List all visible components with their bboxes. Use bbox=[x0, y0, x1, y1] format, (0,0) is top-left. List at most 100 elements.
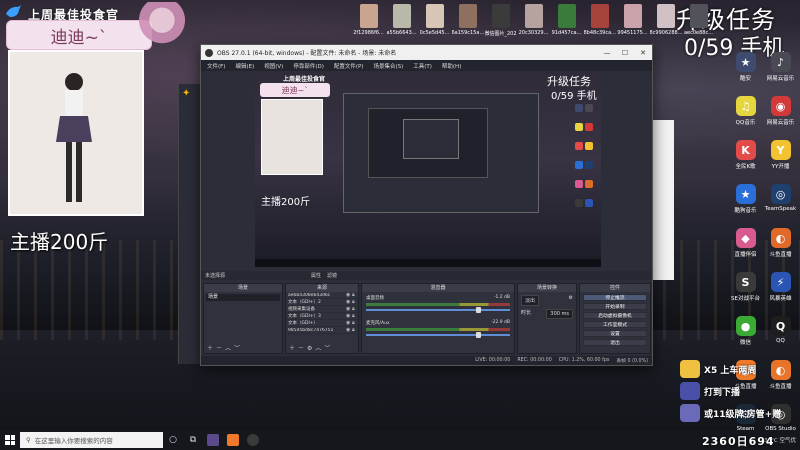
desktop-icon-app[interactable]: ★ 酷狗音乐 bbox=[728, 180, 763, 220]
taskbar-search[interactable]: ⚲ 在这里输入你要搜索的内容 bbox=[20, 432, 163, 448]
menu-item[interactable]: 工具(T) bbox=[413, 62, 432, 70]
desktop-icon-file[interactable]: 6a159c15a... bbox=[451, 2, 484, 44]
preview-upgrade-progress: 0/59 手机 bbox=[551, 91, 597, 102]
desktop-icon-app[interactable]: ◎ TeamSpeak bbox=[763, 180, 798, 220]
desktop-icon-label: 网易云音乐 bbox=[766, 120, 795, 126]
preview-app-icon bbox=[585, 161, 593, 169]
desktop-icon-file[interactable]: 2f12986f6... bbox=[352, 2, 385, 44]
desktop-icon-file[interactable]: 8b48c39ca... bbox=[583, 2, 616, 44]
close-icon[interactable]: ✕ bbox=[634, 49, 652, 57]
exit-button[interactable]: 退出 bbox=[583, 339, 647, 346]
source-item[interactable]: ae6b4308e643d6c ◉ 🔒︎ bbox=[286, 292, 358, 299]
desktop-icon-file[interactable]: 91d457ca... bbox=[550, 2, 583, 44]
scenes-toolbar[interactable]: ＋－︿﹀ bbox=[207, 343, 243, 352]
sources-toolbar[interactable]: ＋－⚙︿﹀ bbox=[289, 343, 333, 352]
preview-app-icon bbox=[575, 104, 583, 112]
desktop-icon-label: 0c5e5d45... bbox=[419, 30, 450, 36]
maximize-icon[interactable]: ☐ bbox=[616, 49, 634, 57]
desktop-icon-app[interactable]: ⚡ 风暴英雄 bbox=[763, 268, 798, 308]
desktop-icon-file[interactable]: 0c5e5d45... bbox=[418, 2, 451, 44]
start-button[interactable] bbox=[0, 430, 20, 450]
studio-mode-button[interactable]: 工作室模式 bbox=[583, 321, 647, 328]
desktop-icon-file[interactable]: 99451175... bbox=[616, 2, 649, 44]
desktop-icon-label: 全民K歌 bbox=[735, 164, 756, 170]
app-icon: ● bbox=[735, 316, 756, 336]
desktop-icon-app[interactable]: Y YY开播 bbox=[763, 136, 798, 176]
file-thumbnail bbox=[425, 4, 444, 28]
virtual-camera-button[interactable]: 启动虚拟摄像机 bbox=[583, 312, 647, 319]
lock-icon[interactable]: 🔒︎ bbox=[352, 292, 358, 298]
desktop-icon-app[interactable]: ♪ 网易云音乐 bbox=[763, 48, 798, 88]
preview-desktop-icons bbox=[573, 101, 599, 215]
desktop-icon-label: 网易云音乐 bbox=[766, 76, 795, 82]
desktop-icon-app[interactable]: ● 微信 bbox=[728, 312, 763, 352]
properties-button[interactable]: 属性 bbox=[311, 272, 321, 279]
lock-icon[interactable]: 🔒︎ bbox=[352, 306, 358, 312]
menu-item[interactable]: 帮助(H) bbox=[442, 62, 461, 70]
desktop-icon-app[interactable]: ★ 酷安 bbox=[728, 48, 763, 88]
source-item[interactable]: 985d5bd8c7476751 ◉ 🔒︎ bbox=[286, 327, 358, 334]
menu-item[interactable]: 视图(V) bbox=[264, 62, 283, 70]
desktop-icon-file[interactable]: 20c30329... bbox=[517, 2, 550, 44]
menu-item[interactable]: 文件(F) bbox=[207, 62, 225, 70]
desktop-icon-label: 6a159c15a... bbox=[451, 30, 484, 36]
duration-input[interactable]: 300 ms bbox=[546, 309, 573, 319]
lock-icon[interactable]: 🔒︎ bbox=[352, 299, 358, 305]
task-view-icon[interactable]: ⧉ bbox=[183, 430, 203, 450]
preview-app-icon bbox=[575, 123, 583, 131]
desktop-icon-app[interactable]: ◐ 斗鱼直播 bbox=[763, 224, 798, 264]
gift-icon bbox=[680, 404, 700, 422]
start-recording-button[interactable]: 开始录制 bbox=[583, 303, 647, 310]
app-icon: ◎ bbox=[770, 184, 791, 204]
file-thumbnail bbox=[392, 4, 411, 28]
settings-button[interactable]: 设置 bbox=[583, 330, 647, 337]
desktop-icon-file[interactable]: aec0e88c... bbox=[682, 2, 715, 44]
desktop-icon-app[interactable]: S SE对战平台 bbox=[728, 268, 763, 308]
taskbar-app-obs[interactable] bbox=[243, 430, 263, 450]
desktop-icon-app[interactable]: ◆ 直播伴侣 bbox=[728, 224, 763, 264]
volume-slider[interactable] bbox=[366, 307, 510, 313]
scene-item[interactable]: 场景 bbox=[206, 294, 280, 301]
filters-button[interactable]: 滤镜 bbox=[327, 272, 337, 279]
source-item[interactable]: 视频采集设备 ◉ 🔒︎ bbox=[286, 306, 358, 313]
desktop-icon-app[interactable]: ◉ 网易云音乐 bbox=[763, 92, 798, 132]
desktop-icon-file[interactable]: 8c9906288... bbox=[649, 2, 682, 44]
source-item[interactable]: 文本（GDI+） ◉ 🔒︎ bbox=[286, 320, 358, 327]
mixer-track[interactable]: 麦克风/Aux -22.9 dB bbox=[366, 320, 510, 342]
transition-type-select[interactable]: 淡出 bbox=[521, 295, 540, 306]
lock-icon[interactable]: 🔒︎ bbox=[352, 327, 358, 333]
lock-icon[interactable]: 🔒︎ bbox=[352, 313, 358, 319]
desktop-icon-file[interactable]: 微信图片_20210708... bbox=[484, 2, 517, 44]
desktop-icon-app[interactable]: ♫ QQ音乐 bbox=[728, 92, 763, 132]
menu-item[interactable]: 配置文件(P) bbox=[334, 62, 364, 70]
menu-item[interactable]: 场景集合(S) bbox=[373, 62, 403, 70]
obs-titlebar[interactable]: OBS 27.0.1 (64-bit, windows) - 配置文件: 未命名… bbox=[201, 45, 652, 60]
gift-icon bbox=[680, 360, 700, 378]
minimize-icon[interactable]: — bbox=[598, 49, 616, 57]
taskbar-app-douyu[interactable] bbox=[223, 430, 243, 450]
dropped-frames: 丢帧 0 (0.0%) bbox=[616, 359, 648, 364]
source-item[interactable]: 文本（GDI+）2 ◉ 🔒︎ bbox=[286, 299, 358, 306]
lock-icon[interactable]: 🔒︎ bbox=[352, 320, 358, 326]
source-item[interactable]: 文本（GDI+）3 ◉ 🔒︎ bbox=[286, 313, 358, 320]
obs-status-bar: LIVE: 00:00:00 REC: 00:00:00 CPU: 1.2%, … bbox=[201, 356, 652, 365]
stop-streaming-button[interactable]: 停止推流 bbox=[583, 294, 647, 301]
volume-slider[interactable] bbox=[366, 332, 510, 338]
cortana-icon[interactable]: ○ bbox=[163, 430, 183, 450]
desktop-icon-label: 酷安 bbox=[739, 76, 751, 82]
mixer-track[interactable]: 桌面音频 -1.2 dB bbox=[366, 295, 510, 317]
obs-preview-canvas[interactable]: 上周最佳投食官 迪迪~` 主播200斤 升级任务 0/59 手机 bbox=[255, 71, 601, 267]
desktop-icon-file[interactable]: a55b6643... bbox=[385, 2, 418, 44]
gear-icon[interactable]: ⚙ bbox=[569, 295, 573, 306]
menu-item[interactable]: 编辑(E) bbox=[235, 62, 254, 70]
desktop-icon-app[interactable]: Q QQ bbox=[763, 312, 798, 352]
obs-window[interactable]: OBS 27.0.1 (64-bit, windows) - 配置文件: 未命名… bbox=[200, 44, 653, 366]
background-window-white[interactable] bbox=[652, 120, 674, 280]
taskbar-app-anime[interactable] bbox=[203, 430, 223, 450]
preview-weight-caption: 主播200斤 bbox=[261, 197, 311, 208]
menu-item[interactable]: 停靠部件(D) bbox=[293, 62, 324, 70]
desktop-icon-label: 8c9906288... bbox=[649, 30, 682, 36]
desktop-icon-app[interactable]: K 全民K歌 bbox=[728, 136, 763, 176]
background-window[interactable] bbox=[178, 84, 202, 364]
desktop-icons-top: 2f12986f6... a55b6643... 0c5e5d45... 6a159c… bbox=[352, 2, 715, 44]
